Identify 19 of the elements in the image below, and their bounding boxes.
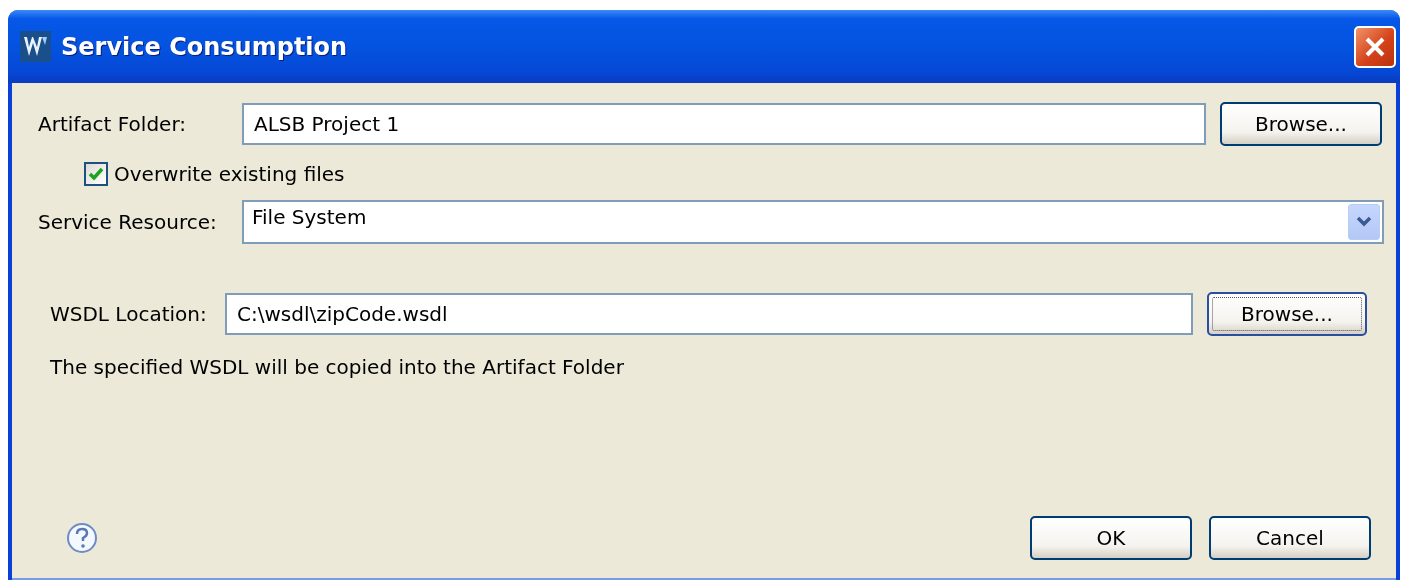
checkbox[interactable] — [84, 162, 108, 186]
help-icon[interactable] — [66, 522, 98, 554]
text-field[interactable]: C:\wsdl\zipCode.wsdl — [225, 293, 1193, 335]
ok-button[interactable]: OK — [1030, 516, 1192, 560]
browse-button[interactable]: Browse... — [1220, 102, 1382, 146]
browse-button[interactable]: Browse... — [1207, 292, 1367, 336]
info-text: The specified WSDL will be copied into the Artifact Folder — [50, 355, 625, 379]
close-icon — [1364, 35, 1386, 58]
window-title: Service Consumption — [61, 32, 349, 61]
dropdown[interactable]: File System — [242, 200, 1384, 244]
close-button[interactable] — [1354, 25, 1396, 68]
field-label: Service Resource: — [38, 210, 218, 234]
chevron-down-icon — [1356, 216, 1372, 228]
cancel-button[interactable]: Cancel — [1209, 516, 1371, 560]
field-label: WSDL Location: — [50, 302, 208, 326]
app-logo-icon — [20, 31, 51, 62]
field-label: Artifact Folder: — [38, 112, 187, 136]
checkbox-label: Overwrite existing files — [114, 162, 345, 186]
text-field[interactable]: ALSB Project 1 — [242, 103, 1206, 145]
